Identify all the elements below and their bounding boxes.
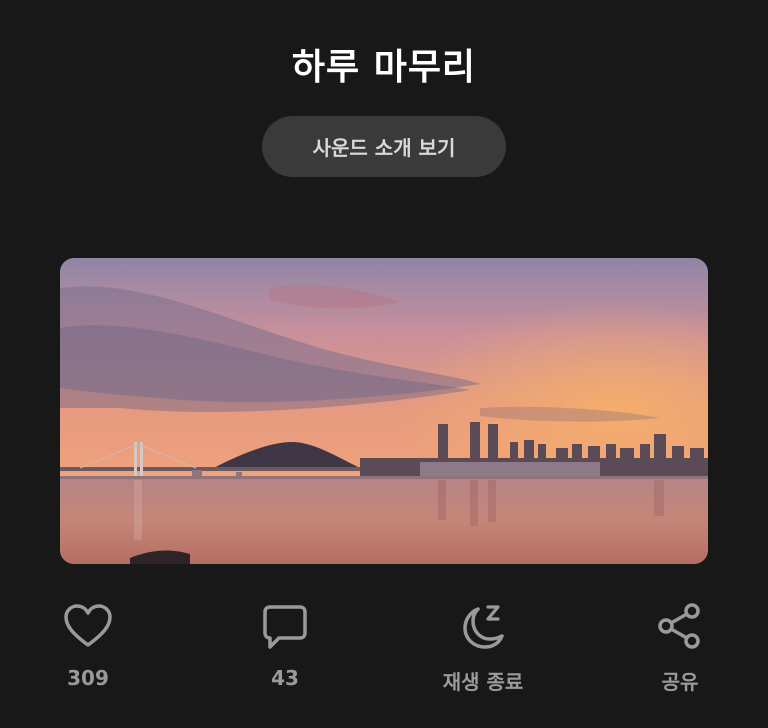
sleep-moon-icon <box>457 600 509 652</box>
sleep-timer-button[interactable]: 재생 종료 <box>413 600 553 695</box>
sunset-city-bay-photo <box>60 258 708 564</box>
sound-intro-button[interactable]: 사운드 소개 보기 <box>262 116 506 177</box>
sleep-timer-label: 재생 종료 <box>442 670 524 694</box>
heart-icon <box>62 600 114 652</box>
action-bar: 309 43 재생 종료 공유 <box>0 600 768 710</box>
share-button[interactable]: 공유 <box>610 600 750 695</box>
comment-icon <box>259 600 311 652</box>
page-title: 하루 마무리 <box>291 47 477 88</box>
like-button[interactable]: 309 <box>18 600 158 690</box>
comment-button[interactable]: 43 <box>215 600 355 690</box>
sound-detail-screen: 하루 마무리 사운드 소개 보기 309 43 재생 종료 공유 <box>0 0 768 728</box>
hero-image <box>60 258 708 564</box>
like-count: 309 <box>67 666 109 690</box>
comment-count: 43 <box>271 666 299 690</box>
share-icon <box>654 600 706 652</box>
share-label: 공유 <box>661 670 699 694</box>
